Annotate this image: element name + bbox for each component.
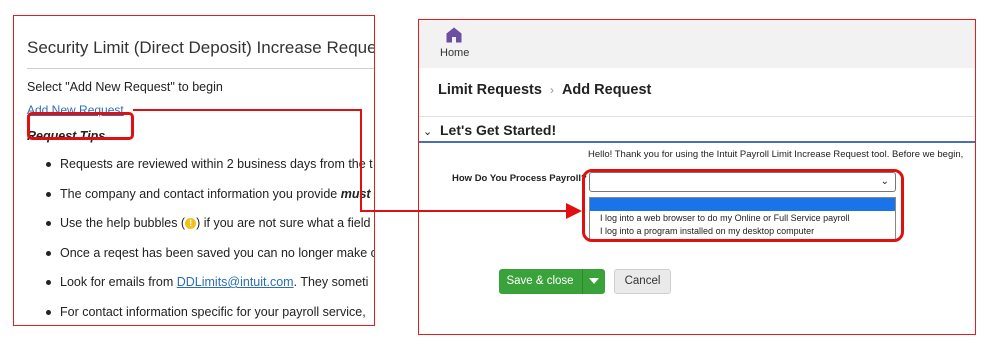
tip-item: For contact information specific for you…	[14, 298, 374, 326]
tip-text: Requests are reviewed within 2 business …	[60, 157, 373, 171]
bullet-icon	[46, 221, 51, 226]
bullet-icon	[46, 280, 51, 285]
chevron-right-icon: ›	[549, 83, 554, 97]
bullet-icon	[46, 309, 51, 315]
payroll-method-label: How Do You Process Payroll?	[452, 173, 587, 184]
bullet-icon	[46, 250, 51, 256]
request-tips-list: Requests are reviewed within 2 business …	[14, 150, 375, 326]
top-nav-bar: Home	[419, 20, 975, 68]
home-nav-label[interactable]: Home	[440, 47, 469, 59]
tip-item: The company and contact information you …	[14, 180, 374, 210]
split-divider	[582, 269, 583, 294]
breadcrumb-limit-requests[interactable]: Limit Requests	[438, 82, 542, 98]
bullet-icon	[46, 191, 51, 197]
home-icon[interactable]	[445, 26, 463, 44]
breadcrumb-add-request: Add Request	[561, 82, 652, 98]
email-link[interactable]: DDLimits@intuit.com	[177, 275, 294, 289]
section-title: Let's Get Started!	[440, 122, 557, 138]
breadcrumb: Limit Requests › Add Request	[438, 82, 651, 98]
intro-text: Select "Add New Request" to begin	[27, 80, 223, 94]
tip-text: ) if you are not sure what a field	[196, 216, 371, 230]
tip-emphasis: must	[340, 186, 371, 201]
bullet-icon	[46, 162, 51, 167]
right-panel-add-request: Home Limit Requests › Add Request ⌄ Let's …	[418, 19, 976, 335]
tip-text: The company and contact information you …	[60, 186, 341, 201]
cancel-button[interactable]: Cancel	[614, 269, 671, 294]
tip-item: Requests are reviewed within 2 business …	[14, 150, 374, 180]
tip-text: Look for emails from	[60, 275, 177, 289]
page-title: Security Limit (Direct Deposit) Increase…	[27, 38, 375, 57]
link-highlight-box	[27, 112, 134, 140]
tip-text: . They someti	[293, 275, 369, 289]
section-header[interactable]: ⌄ Let's Get Started!	[419, 122, 975, 143]
tip-text: Once a reqest has been saved you can no …	[60, 245, 375, 260]
left-panel-request-page: Security Limit (Direct Deposit) Increase…	[13, 15, 375, 326]
tip-text: Use the help bubbles (	[60, 216, 186, 230]
tip-item: Use the help bubbles (!) if you are not …	[14, 209, 374, 239]
breadcrumb-divider	[419, 116, 975, 117]
chevron-down-icon[interactable]: ⌄	[423, 125, 432, 138]
welcome-text: Hello! Thank you for using the Intuit Pa…	[588, 149, 964, 160]
help-bubble-icon: !	[185, 218, 197, 230]
title-divider	[27, 68, 374, 69]
dropdown-highlight-box	[582, 169, 904, 242]
tip-item: Look for emails from DDLimits@intuit.com…	[14, 268, 374, 298]
tip-item: Once a reqest has been saved you can no …	[14, 239, 375, 269]
save-and-close-button[interactable]: Save & close	[499, 269, 605, 294]
save-label: Save & close	[506, 275, 574, 287]
tip-text: For contact information specific for you…	[60, 304, 366, 319]
caret-down-icon[interactable]	[589, 278, 599, 284]
